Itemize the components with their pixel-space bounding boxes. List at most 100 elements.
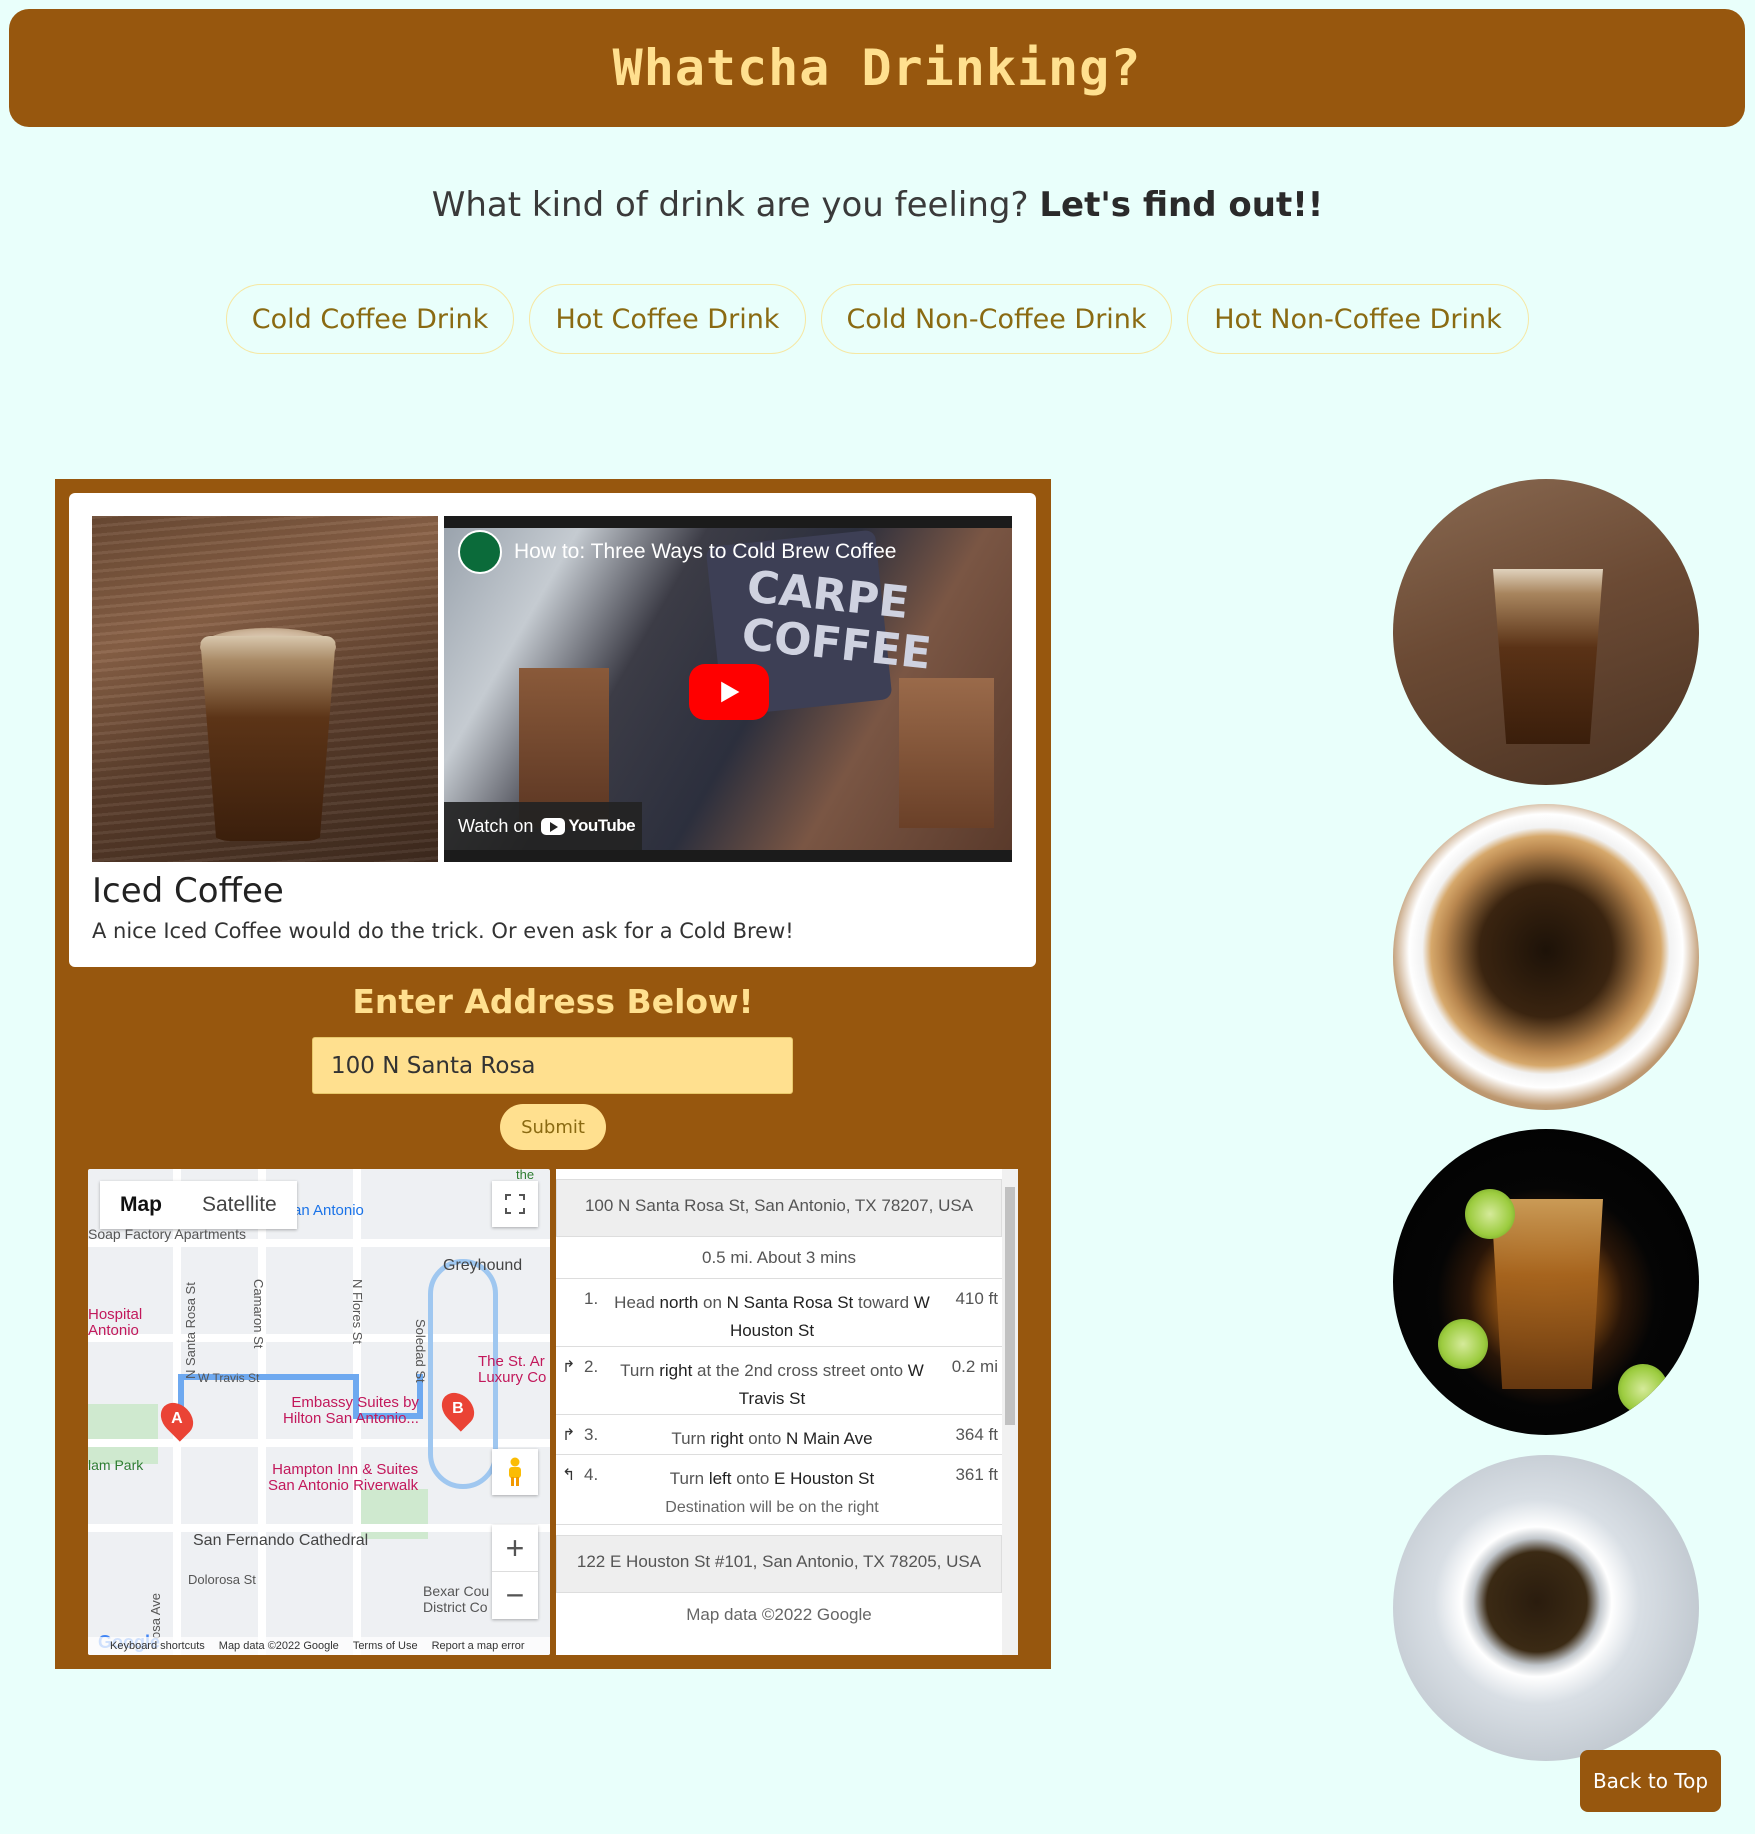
map-label-hospital: Hospital Antonio [88,1306,143,1339]
step-distance: 364 ft [955,1425,998,1444]
step-number: 3. [584,1425,599,1444]
step-text: Turn left onto E Houston St Destination w… [602,1465,942,1522]
step-distance: 361 ft [955,1465,998,1484]
step-distance: 0.2 mi [951,1357,998,1376]
cold-coffee-button[interactable]: Cold Coffee Drink [226,284,514,354]
turn-right-icon: ↱ [562,1427,576,1444]
lime-slice [1465,1189,1515,1239]
step-text-part: Head [614,1293,660,1312]
direction-step[interactable]: ↱ 3. Turn right onto N Main Ave 364 ft [556,1415,1002,1455]
tagline-emphasis: Let's find out!! [1039,185,1324,225]
hot-non-coffee-image [1393,1455,1699,1761]
address-input[interactable] [312,1037,793,1094]
fullscreen-button[interactable] [492,1181,538,1227]
video-shirt-text: CARPE COFFEE [739,561,934,680]
iced-coffee-photo [92,516,438,862]
watch-on-youtube-button[interactable]: Watch on YouTube [444,802,642,850]
lime-slice [1438,1319,1488,1369]
end-address: 122 E Houston St #101, San Antonio, TX 7… [556,1535,1002,1593]
turn-left-icon: ↰ [562,1467,576,1484]
zoom-in-button[interactable]: + [492,1525,538,1572]
channel-logo-icon[interactable] [458,530,502,574]
step-text-part: onto [743,1429,787,1448]
step-text-part: on [698,1293,727,1312]
map-label-san-antonio: an Antonio [293,1202,364,1219]
watch-on-label: Watch on [458,815,534,836]
drink-card: CARPE COFFEE How to: Three Ways to Cold B… [69,493,1036,967]
hot-non-coffee-button[interactable]: Hot Non-Coffee Drink [1187,284,1529,354]
map-label-flores: N Flores St [350,1279,365,1345]
step-distance: 410 ft [955,1289,998,1308]
tagline-text: What kind of drink are you feeling? [431,185,1029,225]
youtube-wordmark: YouTube [568,816,636,835]
map-label-santa-rosa: N Santa Rosa St [183,1282,198,1379]
drink-choices: Cold Coffee Drink Hot Coffee Drink Cold … [0,284,1755,354]
marker-b-label: B [452,1400,464,1417]
satellite-tab[interactable]: Satellite [182,1181,297,1229]
map-footer: Keyboard shortcuts Map data ©2022 Google… [88,1637,550,1655]
map-label-hampton: Hampton Inn & Suites San Antonio Riverwa… [268,1461,419,1494]
step-text: Turn right onto N Main Ave [602,1425,942,1453]
fullscreen-icon [505,1194,525,1214]
step-text-bold: left [708,1469,732,1488]
drink-description: A nice Iced Coffee would do the trick. O… [92,919,794,943]
street-view-pegman[interactable] [492,1449,538,1495]
submit-button[interactable]: Submit [500,1104,606,1150]
zoom-control: + − [492,1525,538,1619]
report-map-error-link[interactable]: Report a map error [432,1640,525,1652]
tagline: What kind of drink are you feeling? Let'… [0,185,1755,225]
step-text-part: onto [731,1469,775,1488]
direction-step[interactable]: ↰ 4. Turn left onto E Houston St Destinat… [556,1455,1002,1525]
step-text-part: at the 2nd cross street onto [692,1361,908,1380]
cold-non-coffee-image [1393,1129,1699,1435]
iced-coffee-glass [200,636,336,841]
back-to-top-button[interactable]: Back to Top [1580,1750,1721,1812]
direction-step[interactable]: 1. Head north on N Santa Rosa St toward … [556,1279,1002,1347]
step-number: 4. [584,1465,599,1484]
directions-panel[interactable]: 100 N Santa Rosa St, San Antonio, TX 782… [556,1169,1018,1655]
youtube-logo: YouTube [541,816,636,836]
step-text-bold: N Main Ave [786,1429,873,1448]
hot-coffee-image [1393,804,1699,1110]
directions-copyright: Map data ©2022 Google [686,1605,872,1624]
video-title[interactable]: How to: Three Ways to Cold Brew Coffee [514,540,896,564]
map-label-travis: W Travis St [198,1371,260,1385]
map-data-text: Map data ©2022 Google [218,1640,339,1652]
map-type-control: Map Satellite [100,1181,297,1229]
map-label-greyhound: Greyhound [443,1257,523,1274]
step-subtext: Destination will be on the right [665,1499,879,1516]
map-label-dolorosa: Dolorosa St [188,1572,256,1587]
map-label-soledad: Soledad St [413,1319,428,1383]
step-text: Head north on N Santa Rosa St toward W H… [602,1289,942,1345]
play-button[interactable] [689,664,769,720]
keyboard-shortcuts-link[interactable]: Keyboard shortcuts [110,1640,205,1652]
iced-coffee-glass [1493,569,1603,744]
youtube-video-embed[interactable]: CARPE COFFEE How to: Three Ways to Cold B… [444,516,1012,862]
cold-non-coffee-button[interactable]: Cold Non-Coffee Drink [821,284,1172,354]
hot-coffee-button[interactable]: Hot Coffee Drink [529,284,806,354]
directions-scrollbar[interactable] [1002,1169,1018,1655]
site-header: Whatcha Drinking? [9,9,1745,127]
step-text-part: Turn [620,1361,660,1380]
map-tab[interactable]: Map [100,1181,182,1229]
step-text-bold: N Santa Rosa St [726,1293,854,1312]
terms-of-use-link[interactable]: Terms of Use [353,1640,418,1652]
play-icon [721,681,740,703]
coffee-bag-right [899,678,994,828]
result-panel: CARPE COFFEE How to: Three Ways to Cold B… [55,479,1051,1669]
map-label-embassy: Embassy Suites by Hilton San Antonio... [283,1394,419,1427]
zoom-out-button[interactable]: − [492,1572,538,1619]
step-text-part: Turn [669,1469,709,1488]
drink-title: Iced Coffee [92,871,284,911]
step-number: 1. [584,1289,599,1308]
address-heading: Enter Address Below! [352,982,754,1021]
google-map[interactable]: an Antonio Soap Factory Apartments Greyh… [88,1169,550,1655]
route-summary: 0.5 mi. About 3 mins [556,1237,1002,1279]
step-text: Turn right at the 2nd cross street onto … [602,1357,942,1413]
map-label-cathedral: San Fernando Cathedral [193,1532,369,1549]
lime-slice [1618,1364,1668,1414]
street [88,1524,550,1532]
cold-coffee-image [1393,479,1699,785]
direction-step[interactable]: ↱ 2. Turn right at the 2nd cross street … [556,1347,1002,1415]
scrollbar-thumb[interactable] [1005,1187,1015,1425]
